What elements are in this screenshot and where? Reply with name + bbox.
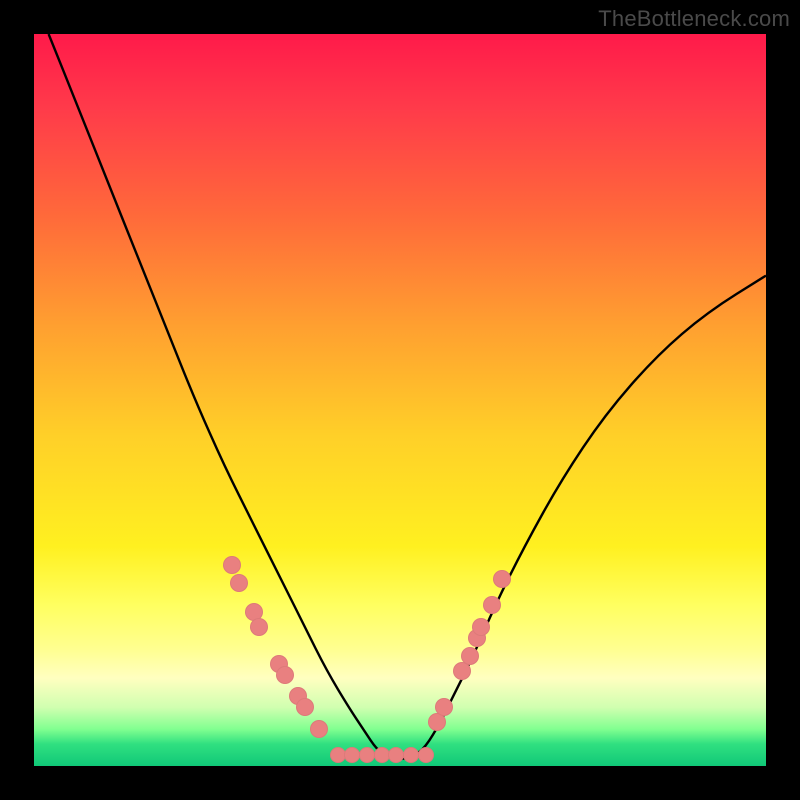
highlight-dot bbox=[230, 574, 248, 592]
highlight-dot bbox=[435, 698, 453, 716]
bottleneck-curve bbox=[34, 34, 766, 766]
watermark-text: TheBottleneck.com bbox=[598, 6, 790, 32]
highlight-dot bbox=[483, 596, 501, 614]
highlight-dot bbox=[359, 747, 375, 763]
highlight-dot bbox=[493, 570, 511, 588]
highlight-dot bbox=[374, 747, 390, 763]
highlight-dot bbox=[461, 647, 479, 665]
highlight-dot bbox=[403, 747, 419, 763]
highlight-dot bbox=[296, 698, 314, 716]
highlight-dot bbox=[250, 618, 268, 636]
highlight-dot bbox=[310, 720, 328, 738]
chart-frame: TheBottleneck.com bbox=[0, 0, 800, 800]
highlight-dot bbox=[344, 747, 360, 763]
highlight-dot bbox=[472, 618, 490, 636]
highlight-dot bbox=[388, 747, 404, 763]
highlight-dot bbox=[418, 747, 434, 763]
plot-area bbox=[34, 34, 766, 766]
highlight-dot bbox=[276, 666, 294, 684]
highlight-dot bbox=[330, 747, 346, 763]
highlight-dot bbox=[223, 556, 241, 574]
